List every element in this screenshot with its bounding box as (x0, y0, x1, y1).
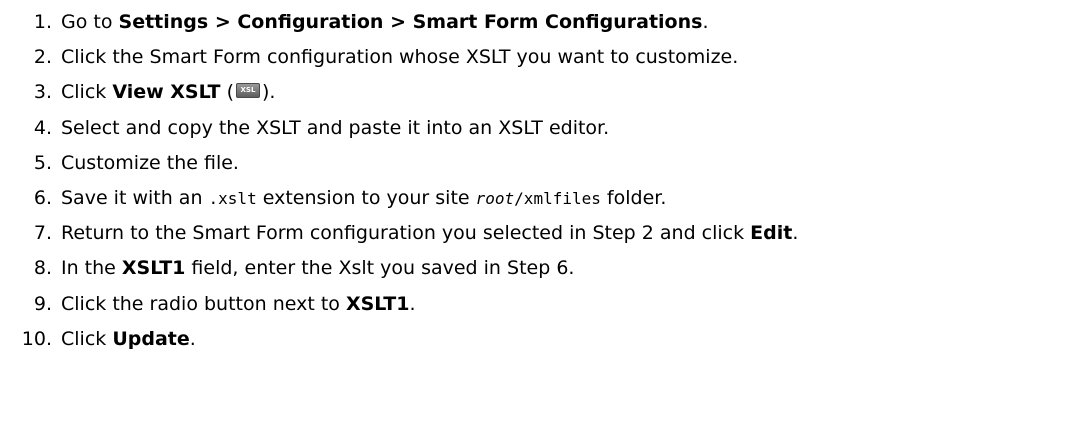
step-number: 5. (33, 151, 52, 174)
xslt1-radio-label: XSLT1 (345, 292, 410, 315)
step-text: Return to the Smart Form configuration y… (61, 222, 799, 245)
step-text: Customize the file. (61, 151, 239, 174)
step-number: 4. (33, 116, 52, 139)
step-6: 6. Save it with an .xslt extension to yo… (0, 181, 1092, 216)
step-number: 7. (33, 222, 52, 245)
step-number: 8. (33, 257, 52, 280)
step-text: In the XSLT1 field, enter the Xslt you s… (61, 257, 575, 280)
step-text: Click View XSLT (XSL). (61, 81, 276, 104)
xslt1-field-label: XSLT1 (121, 257, 186, 280)
step-10: 10. Click Update. (0, 322, 1092, 357)
step-7: 7. Return to the Smart Form configuratio… (0, 216, 1092, 251)
step-4: 4. Select and copy the XSLT and paste it… (0, 111, 1092, 146)
step-1: 1. Go to Settings > Configuration > Smar… (0, 5, 1092, 40)
instruction-steps-list: 1. Go to Settings > Configuration > Smar… (0, 5, 1092, 357)
step-text: Click the radio button next to XSLT1. (61, 292, 416, 315)
step-number: 1. (33, 11, 52, 33)
settings-path: Settings > Configuration > Smart Form Co… (118, 11, 703, 33)
view-xslt-label: View XSLT (112, 81, 221, 104)
step-number: 9. (33, 292, 52, 315)
root-placeholder-code: root (475, 188, 515, 208)
step-text: Click the Smart Form configuration whose… (61, 46, 739, 69)
step-number: 2. (33, 46, 52, 69)
step-8: 8. In the XSLT1 field, enter the Xslt yo… (0, 251, 1092, 286)
step-5: 5. Customize the file. (0, 146, 1092, 181)
update-label: Update (112, 327, 190, 350)
step-text: Save it with an .xslt extension to your … (61, 186, 667, 209)
step-text: Select and copy the XSLT and paste it in… (61, 116, 610, 139)
step-number: 10. (21, 327, 52, 350)
step-2: 2. Click the Smart Form configuration wh… (0, 40, 1092, 75)
step-9: 9. Click the radio button next to XSLT1. (0, 287, 1092, 322)
file-extension-code: .xslt (208, 188, 257, 208)
step-number: 3. (33, 81, 52, 104)
step-3: 3. Click View XSLT (XSL). (0, 75, 1092, 110)
xsl-icon: XSL (235, 83, 260, 99)
step-text: Go to Settings > Configuration > Smart F… (61, 11, 709, 33)
step-text: Click Update. (61, 327, 196, 350)
step-number: 6. (33, 186, 52, 209)
edit-label: Edit (750, 222, 793, 245)
folder-path-code: /xmlfiles (514, 188, 601, 208)
